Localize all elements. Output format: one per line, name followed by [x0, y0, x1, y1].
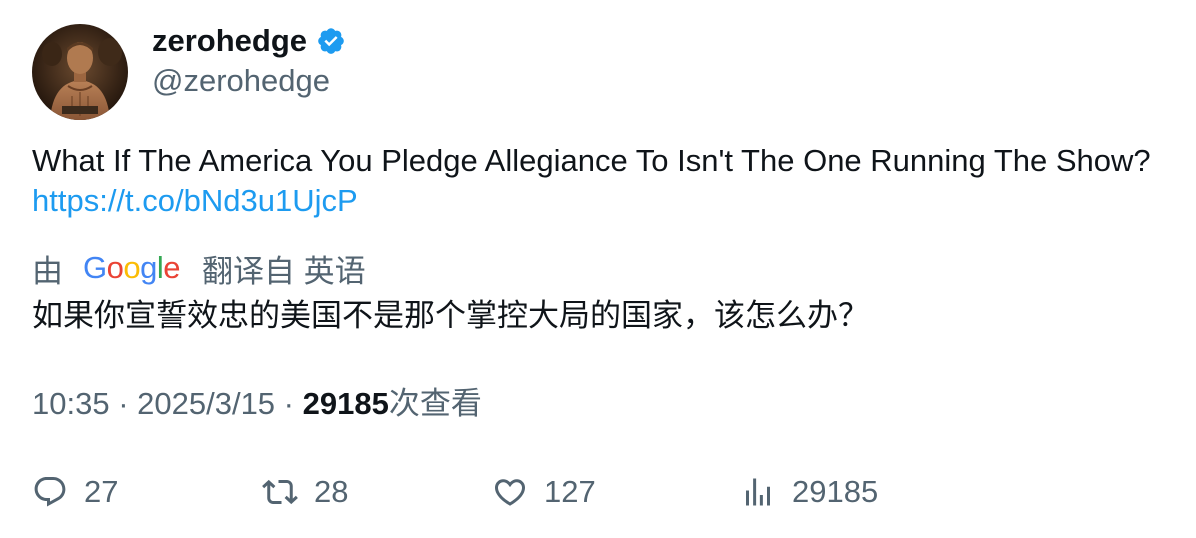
author-handle[interactable]: @zerohedge — [152, 62, 330, 100]
google-logo: Google — [83, 250, 181, 285]
views-count: 29185 — [302, 386, 389, 421]
analytics-icon — [746, 478, 770, 506]
heart-icon — [494, 479, 526, 506]
meta-separator: · — [109, 386, 138, 421]
translation-prefix: 由 — [32, 253, 63, 289]
reply-count: 27 — [84, 474, 119, 509]
avatar[interactable] — [32, 24, 128, 120]
action-bar: 27 28 127 29185 — [0, 470, 1196, 514]
tweet-text: What If The America You Pledge Allegianc… — [32, 141, 1152, 221]
tweet-meta: 10:35 · 2025/3/15 · 29185次查看 — [32, 384, 482, 424]
like-count: 127 — [544, 474, 596, 509]
views-label: 次查看 — [388, 386, 482, 421]
reply-button[interactable]: 27 — [32, 470, 118, 514]
retweet-count: 28 — [314, 474, 349, 509]
display-name-text[interactable]: zerohedge — [152, 22, 307, 60]
tweet-date[interactable]: 2025/3/15 — [137, 386, 275, 421]
views-action-count: 29185 — [792, 474, 879, 509]
retweet-icon — [262, 479, 298, 505]
like-button[interactable]: 127 — [492, 470, 596, 514]
meta-separator: · — [275, 386, 303, 421]
tweet-link[interactable]: https://t.co/bNd3u1UjcP — [32, 183, 358, 218]
reply-icon — [34, 477, 66, 507]
author-display-name[interactable]: zerohedge — [152, 22, 346, 60]
translated-text: 如果你宣誓效忠的美国不是那个掌控大局的国家，该怎么办？ — [32, 298, 869, 333]
views-button[interactable]: 29185 — [740, 470, 878, 514]
retweet-button[interactable]: 28 — [262, 470, 348, 514]
translation-suffix: 翻译自 英语 — [202, 253, 366, 289]
avatar-image — [32, 24, 128, 120]
tweet-body: What If The America You Pledge Allegianc… — [32, 143, 1151, 178]
verified-badge-icon — [318, 28, 344, 54]
translation-attribution[interactable]: 由 Google 翻译自 英语 — [32, 248, 366, 289]
tweet-time[interactable]: 10:35 — [32, 386, 110, 421]
